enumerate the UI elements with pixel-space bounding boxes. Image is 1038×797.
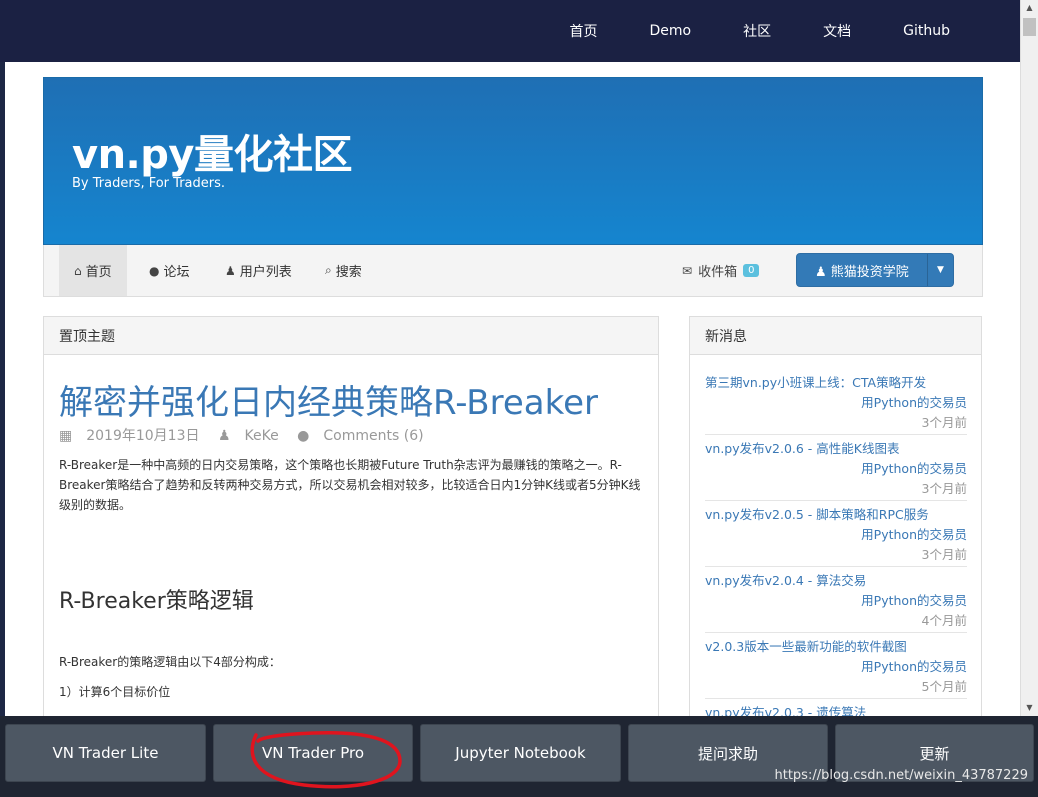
site-tagline: By Traders, For Traders.: [72, 176, 226, 191]
post-excerpt: R-Breaker是一种中高频的日内交易策略，这个策略也长期被Future Tr…: [59, 458, 641, 512]
post-date: 2019年10月13日: [86, 428, 200, 444]
comment-icon: ●: [149, 263, 160, 278]
subnav-users[interactable]: ♟ 用户列表: [225, 245, 292, 296]
user-icon: ♟: [815, 264, 831, 280]
site-title: vn.py量化社区: [72, 132, 352, 178]
post-comments[interactable]: Comments (6): [323, 428, 423, 444]
news-title-link[interactable]: v2.0.3版本一些最新功能的软件截图: [705, 636, 907, 655]
news-title-link[interactable]: vn.py发布v2.0.5 - 脚本策略和RPC服务: [705, 504, 929, 523]
panel-heading: 置顶主题: [44, 317, 658, 355]
topnav-demo[interactable]: Demo: [650, 23, 692, 39]
news-title-link[interactable]: vn.py发布v2.0.6 - 高性能K线图表: [705, 438, 899, 457]
scrollbar-thumb[interactable]: [1023, 18, 1036, 36]
topnav-github[interactable]: Github: [903, 23, 950, 39]
news-date: 4个月前: [921, 613, 967, 628]
inbox-count-badge: 0: [743, 264, 760, 277]
news-author-link[interactable]: 用Python的交易员: [861, 656, 967, 675]
list-item: vn.py发布v2.0.4 - 算法交易 用Python的交易员 4个月前: [705, 567, 967, 633]
user-icon: ♟: [225, 263, 236, 278]
list-item: 第三期vn.py小班课上线：CTA策略开发 用Python的交易员 3个月前: [705, 369, 967, 435]
panel-heading: 新消息: [690, 317, 981, 355]
news-date: 3个月前: [921, 547, 967, 562]
calendar-icon: ▦: [59, 428, 73, 444]
jupyter-notebook-button[interactable]: Jupyter Notebook: [420, 724, 621, 782]
post-meta: ▦ 2019年10月13日 ♟ KeKe ● Comments (6): [59, 425, 438, 445]
list-item: vn.py发布v2.0.5 - 脚本策略和RPC服务 用Python的交易员 3…: [705, 501, 967, 567]
comment-icon: ●: [297, 428, 310, 444]
page-scrollbar[interactable]: ▲ ▼: [1020, 0, 1038, 716]
news-title-link[interactable]: vn.py发布v2.0.3 - 遗传算法: [705, 702, 866, 716]
subnav-forum[interactable]: ● 论坛: [149, 245, 190, 296]
post-title-link[interactable]: 解密并强化日内经典策略R-Breaker: [59, 375, 598, 424]
scroll-up-arrow-icon[interactable]: ▲: [1021, 0, 1038, 16]
subnav-search[interactable]: ⌕ 搜索: [325, 245, 362, 296]
paragraph: R-Breaker的策略逻辑由以下4部分构成：: [59, 655, 281, 669]
news-author-link[interactable]: 用Python的交易员: [861, 524, 967, 543]
list-item: vn.py发布v2.0.3 - 遗传算法: [705, 699, 967, 716]
scroll-down-arrow-icon[interactable]: ▼: [1021, 700, 1038, 716]
web-page: vn.py量化社区 By Traders, For Traders. ⌂ 首页 …: [5, 62, 1020, 716]
section-heading: R-Breaker策略逻辑: [59, 589, 254, 614]
watermark-text: https://blog.csdn.net/weixin_43787229: [774, 768, 1028, 783]
pinned-topics-panel: 置顶主题 解密并强化日内经典策略R-Breaker ▦ 2019年10月13日 ♟…: [43, 316, 659, 716]
hero-banner: vn.py量化社区 By Traders, For Traders.: [43, 77, 983, 245]
chevron-down-icon[interactable]: ▼: [927, 254, 953, 286]
news-author-link[interactable]: 用Python的交易员: [861, 392, 967, 411]
news-author-link[interactable]: 用Python的交易员: [861, 458, 967, 477]
list-item: vn.py发布v2.0.6 - 高性能K线图表 用Python的交易员 3个月前: [705, 435, 967, 501]
top-navbar: 首页 Demo 社区 文档 Github: [0, 0, 1020, 62]
sub-navbar: ⌂ 首页 ● 论坛 ♟ 用户列表 ⌕ 搜索 ✉ 收件箱 0 ♟ 熊猫投资学院 ▼: [43, 245, 983, 297]
topnav-docs[interactable]: 文档: [823, 21, 851, 41]
user-icon: ♟: [217, 428, 231, 444]
news-title-link[interactable]: 第三期vn.py小班课上线：CTA策略开发: [705, 372, 926, 391]
paragraph: 1）计算6个目标价位: [59, 685, 171, 699]
user-menu-button[interactable]: ♟ 熊猫投资学院 ▼: [796, 253, 954, 287]
post-author[interactable]: KeKe: [245, 428, 279, 444]
vn-trader-pro-button[interactable]: VN Trader Pro: [213, 724, 413, 782]
home-icon: ⌂: [74, 263, 82, 278]
news-title-link[interactable]: vn.py发布v2.0.4 - 算法交易: [705, 570, 866, 589]
topnav-home[interactable]: 首页: [570, 21, 598, 41]
vn-trader-lite-button[interactable]: VN Trader Lite: [5, 724, 206, 782]
news-date: 3个月前: [921, 481, 967, 496]
list-item: v2.0.3版本一些最新功能的软件截图 用Python的交易员 5个月前: [705, 633, 967, 699]
news-date: 5个月前: [921, 679, 967, 694]
subnav-home[interactable]: ⌂ 首页: [59, 245, 127, 296]
launcher-toolbar: VN Trader Lite VN Trader Pro Jupyter Not…: [0, 716, 1038, 797]
envelope-icon: ✉: [682, 263, 693, 278]
inbox-link[interactable]: ✉ 收件箱 0: [682, 245, 760, 296]
news-author-link[interactable]: 用Python的交易员: [861, 590, 967, 609]
news-panel: 新消息 第三期vn.py小班课上线：CTA策略开发 用Python的交易员 3个…: [689, 316, 982, 716]
news-list: 第三期vn.py小班课上线：CTA策略开发 用Python的交易员 3个月前 v…: [705, 369, 967, 716]
search-icon: ⌕: [325, 263, 332, 277]
topnav-community[interactable]: 社区: [743, 21, 771, 41]
news-date: 3个月前: [921, 415, 967, 430]
